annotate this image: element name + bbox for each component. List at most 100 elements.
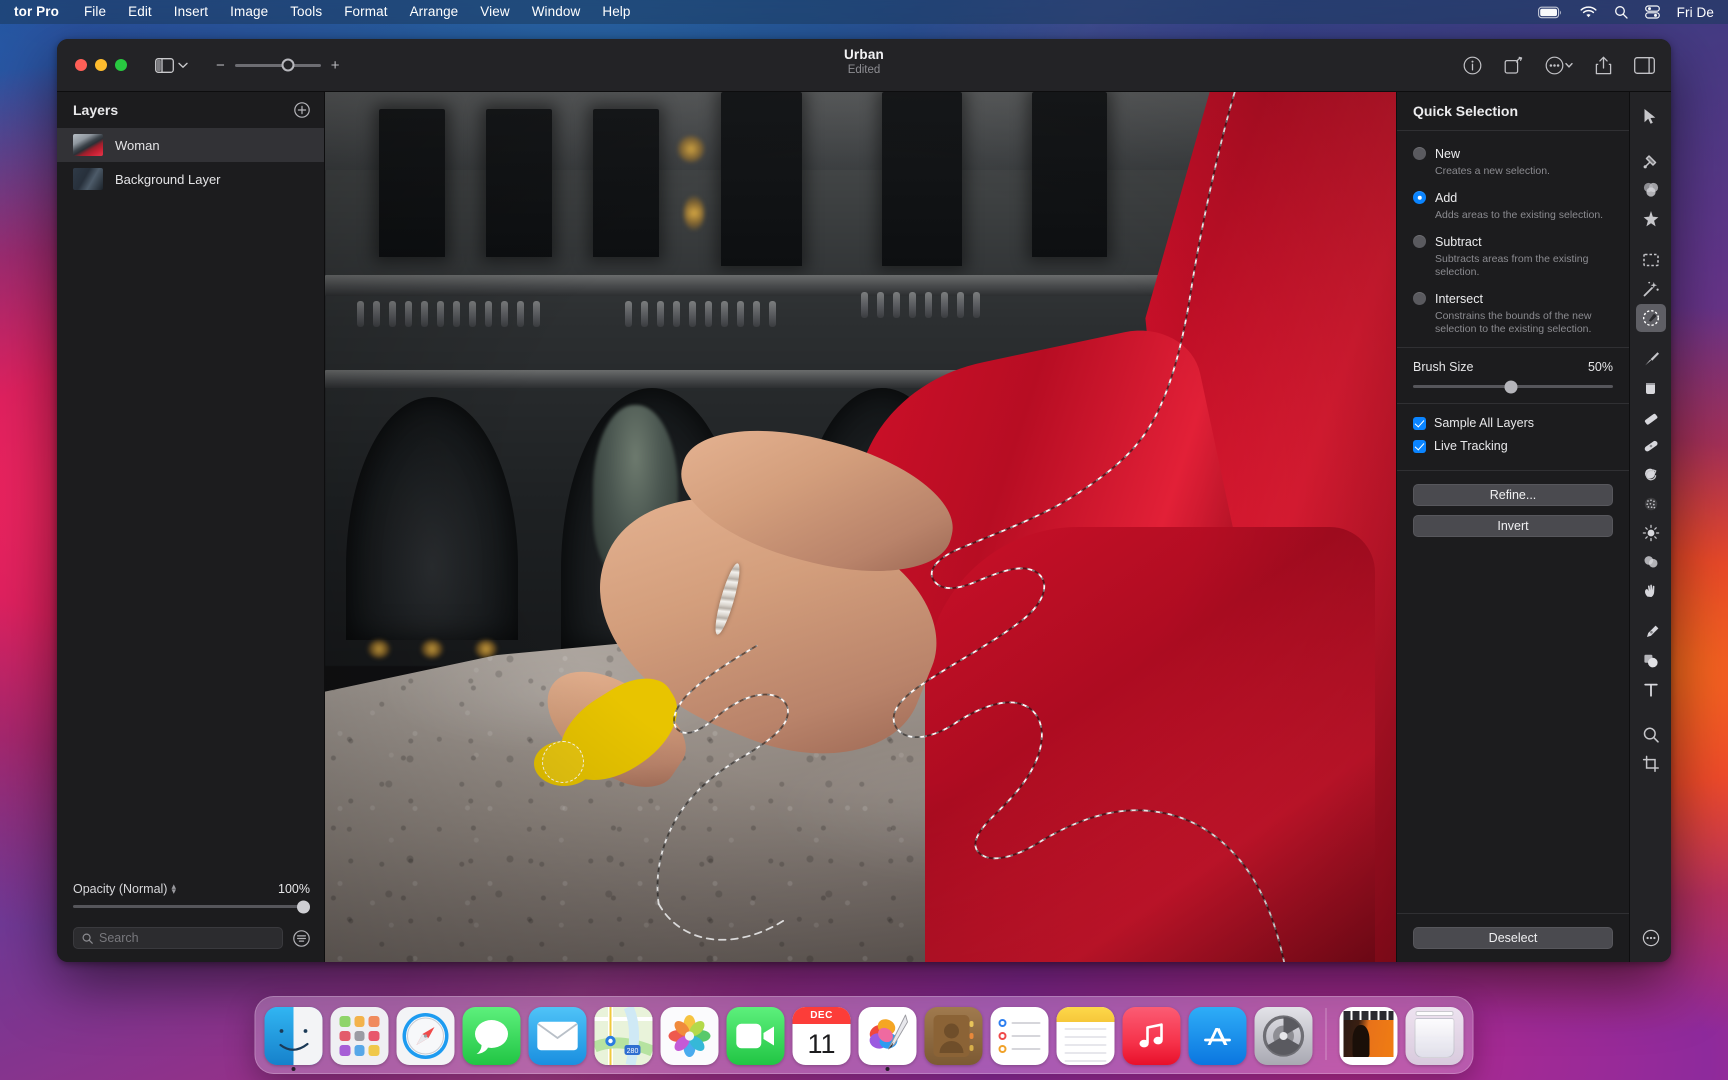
menu-app-name[interactable]: tor Pro: [14, 0, 73, 24]
refine-button[interactable]: Refine...: [1413, 484, 1613, 506]
contacts-icon[interactable]: [924, 1007, 983, 1065]
radio-button[interactable]: [1413, 147, 1426, 160]
launchpad-icon[interactable]: [330, 1007, 389, 1065]
opacity-control[interactable]: Opacity (Normal) ▴ ▾ 100%: [73, 882, 310, 897]
maximize-button[interactable]: [115, 59, 127, 71]
selection-mode-new[interactable]: New Creates a new selection.: [1413, 145, 1613, 178]
more-tools-button[interactable]: [1636, 924, 1666, 952]
close-button[interactable]: [75, 59, 87, 71]
quick-selection-tool[interactable]: [1635, 304, 1666, 332]
wifi-icon[interactable]: [1580, 5, 1597, 19]
checkbox[interactable]: [1413, 416, 1426, 430]
crop-tool[interactable]: [1636, 750, 1666, 778]
menu-item-image[interactable]: Image: [219, 0, 279, 24]
zoom-slider[interactable]: [234, 58, 321, 72]
color-balance-tool[interactable]: [1636, 176, 1666, 204]
menu-bar-clock[interactable]: Fri De: [1677, 5, 1714, 20]
rectangular-select-tool[interactable]: [1636, 246, 1666, 274]
selection-mode-add[interactable]: Add Adds areas to the existing selection…: [1413, 189, 1613, 222]
share-icon[interactable]: [1595, 56, 1612, 75]
zoom-out-label[interactable]: −: [216, 57, 225, 74]
zoom-tool[interactable]: [1636, 721, 1666, 749]
blend-mode-stepper-icon[interactable]: ▴ ▾: [171, 882, 176, 896]
shape-tool[interactable]: [1636, 647, 1666, 675]
radio-button[interactable]: [1413, 191, 1426, 204]
image-canvas[interactable]: [325, 92, 1396, 962]
opacity-slider-knob[interactable]: [297, 900, 310, 913]
brush-size-slider-knob[interactable]: [1504, 380, 1518, 393]
arrange-tool[interactable]: [1636, 102, 1666, 130]
smudge-tool[interactable]: [1636, 490, 1666, 518]
music-icon[interactable]: [1122, 1007, 1181, 1065]
settings-icon[interactable]: [1254, 1007, 1313, 1065]
battery-icon[interactable]: [1537, 6, 1563, 19]
zoom-in-label[interactable]: +: [331, 57, 340, 74]
radio-button[interactable]: [1413, 235, 1426, 248]
info-icon[interactable]: [1463, 56, 1482, 75]
mail-icon[interactable]: [528, 1007, 587, 1065]
repair-tool[interactable]: [1636, 432, 1666, 460]
zoom-slider-group[interactable]: − +: [216, 57, 340, 74]
add-layer-icon[interactable]: [294, 102, 310, 118]
menu-item-help[interactable]: Help: [591, 0, 641, 24]
menu-item-insert[interactable]: Insert: [163, 0, 219, 24]
more-options-icon[interactable]: [1545, 56, 1573, 75]
menu-item-arrange[interactable]: Arrange: [399, 0, 470, 24]
lighten-tool[interactable]: [1636, 519, 1666, 547]
minimize-button[interactable]: [95, 59, 107, 71]
pixelmator-icon[interactable]: [858, 1007, 917, 1065]
clone-tool[interactable]: [1636, 461, 1666, 489]
safari-icon[interactable]: [396, 1007, 455, 1065]
maps-icon[interactable]: 280: [594, 1007, 653, 1065]
deselect-button[interactable]: Deselect: [1413, 927, 1613, 949]
effects-tool[interactable]: [1636, 205, 1666, 233]
search-input[interactable]: Search: [73, 927, 283, 949]
warp-tool[interactable]: [1636, 577, 1666, 605]
color-adjust-tool[interactable]: [1636, 147, 1666, 175]
reminders-icon[interactable]: [990, 1007, 1049, 1065]
menu-item-file[interactable]: File: [73, 0, 117, 24]
paint-tool[interactable]: [1636, 345, 1666, 373]
eraser-tool[interactable]: [1636, 403, 1666, 431]
invert-button[interactable]: Invert: [1413, 515, 1613, 537]
dock-item-pixelmator[interactable]: [858, 1007, 917, 1071]
opacity-label-group[interactable]: Opacity (Normal) ▴ ▾: [73, 882, 176, 897]
menu-item-view[interactable]: View: [469, 0, 520, 24]
rotate-icon[interactable]: [1504, 56, 1523, 75]
opacity-slider[interactable]: [73, 900, 310, 913]
filter-options-icon[interactable]: [293, 929, 310, 947]
magic-wand-tool[interactable]: [1636, 275, 1666, 303]
layer-row-background[interactable]: Background Layer: [57, 162, 324, 196]
type-tool[interactable]: [1636, 676, 1666, 704]
zoom-slider-knob[interactable]: [281, 58, 295, 72]
menu-item-window[interactable]: Window: [521, 0, 592, 24]
selection-mode-intersect[interactable]: Intersect Constrains the bounds of the n…: [1413, 290, 1613, 336]
menu-item-tools[interactable]: Tools: [279, 0, 333, 24]
radio-button[interactable]: [1413, 292, 1426, 305]
selection-mode-subtract[interactable]: Subtract Subtracts areas from the existi…: [1413, 233, 1613, 279]
paint-bucket-tool[interactable]: [1636, 374, 1666, 402]
finder-icon[interactable]: [264, 1007, 323, 1065]
pen-tool[interactable]: [1636, 618, 1666, 646]
brush-size-slider[interactable]: [1413, 380, 1613, 393]
inspector-toggle-icon[interactable]: [1634, 56, 1655, 74]
search-icon[interactable]: [1614, 5, 1628, 19]
menu-item-format[interactable]: Format: [333, 0, 398, 24]
blur-tool[interactable]: [1636, 548, 1666, 576]
sidebar-toggle-button[interactable]: [155, 57, 188, 73]
photos-icon[interactable]: [660, 1007, 719, 1065]
appstore-icon[interactable]: [1188, 1007, 1247, 1065]
calendar-icon[interactable]: DEC 11: [792, 1007, 851, 1065]
trash-icon[interactable]: [1405, 1007, 1464, 1065]
checkbox[interactable]: [1413, 439, 1426, 453]
checkbox-sample-all-layers[interactable]: Sample All Layers: [1413, 416, 1613, 430]
layer-row-woman[interactable]: Woman: [57, 128, 324, 162]
image-file-icon[interactable]: [1339, 1007, 1398, 1065]
menu-item-edit[interactable]: Edit: [117, 0, 163, 24]
checkbox-live-tracking[interactable]: Live Tracking: [1413, 439, 1613, 453]
messages-icon[interactable]: [462, 1007, 521, 1065]
facetime-icon[interactable]: [726, 1007, 785, 1065]
dock-item-finder[interactable]: [264, 1007, 323, 1071]
control-center-icon[interactable]: [1644, 5, 1660, 19]
notes-icon[interactable]: [1056, 1007, 1115, 1065]
